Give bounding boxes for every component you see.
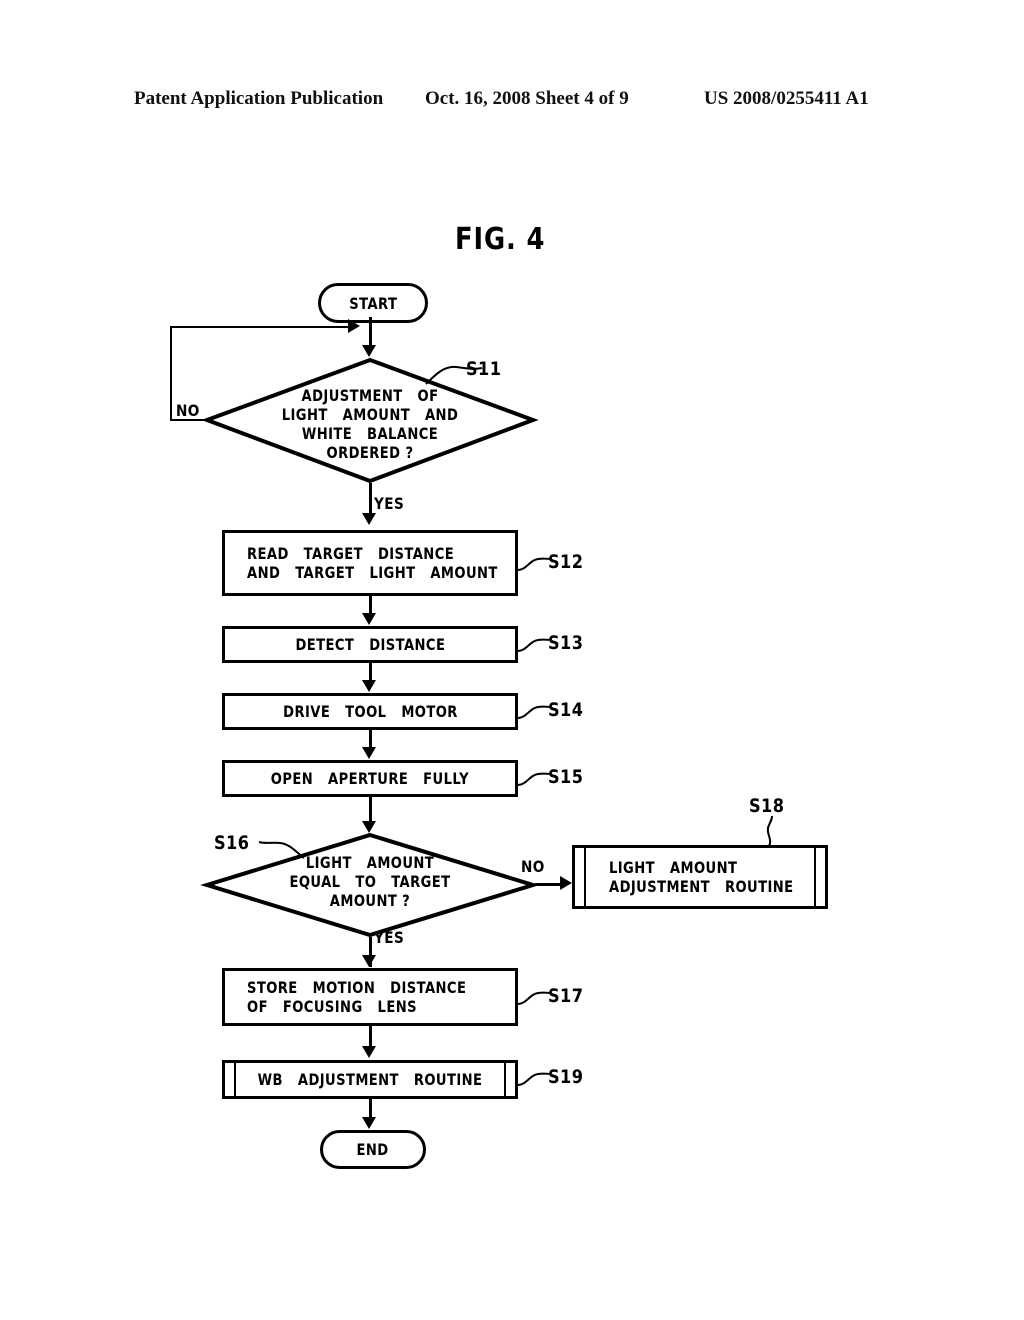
- connector-s17-to-s19: [369, 1026, 372, 1046]
- step-label-s19: S19: [548, 1066, 584, 1088]
- predefined-process-s18: LIGHT AMOUNT ADJUSTMENT ROUTINE: [572, 845, 828, 909]
- connector-s19-to-end: [369, 1099, 372, 1117]
- connector-s11-yes: [369, 483, 372, 513]
- process-s17: STORE MOTION DISTANCE OF FOCUSING LENS: [222, 968, 518, 1026]
- leader-line-s12: [517, 557, 552, 571]
- step-label-s18: S18: [749, 795, 785, 817]
- branch-label-s16-yes: YES: [374, 928, 405, 947]
- leader-line-s19: [517, 1072, 552, 1086]
- process-s14-label: DRIVE TOOL MOTOR: [282, 702, 458, 721]
- predefined-process-s19: WB ADJUSTMENT ROUTINE: [222, 1060, 518, 1099]
- step-label-s14: S14: [548, 699, 584, 721]
- publication-header-date-sheet: Oct. 16, 2008 Sheet 4 of 9: [425, 88, 629, 109]
- arrowhead-s16-to-s18: [560, 876, 572, 890]
- process-s13-label: DETECT DISTANCE: [295, 635, 445, 654]
- leader-line-s14: [517, 705, 552, 719]
- branch-label-s11-no: NO: [176, 401, 200, 420]
- predefined-process-s18-line1: LIGHT AMOUNT: [609, 858, 738, 877]
- connector-s14-to-s15: [369, 730, 372, 747]
- arrowhead-s15-to-s16: [362, 821, 376, 833]
- publication-header-left: Patent Application Publication: [134, 88, 384, 109]
- connector-s11-no-up: [170, 326, 172, 420]
- decision-s16-line3: AMOUNT ?: [329, 891, 411, 910]
- decision-s11-line2: LIGHT AMOUNT AND: [281, 405, 459, 424]
- arrowhead-s16-to-s17: [362, 955, 376, 967]
- arrowhead-s11-to-s12: [362, 513, 376, 525]
- arrowhead-s17-to-s19: [362, 1046, 376, 1058]
- start-terminal: START: [318, 283, 428, 323]
- connector-s11-no-right: [170, 326, 350, 328]
- process-s17-line2: OF FOCUSING LENS: [247, 997, 417, 1016]
- leader-line-s16: [258, 841, 305, 859]
- branch-label-s16-no: NO: [521, 857, 545, 876]
- step-label-s15: S15: [548, 766, 584, 788]
- decision-s16: LIGHT AMOUNT EQUAL TO TARGET AMOUNT ?: [200, 832, 540, 938]
- process-s13: DETECT DISTANCE: [222, 626, 518, 663]
- end-terminal: END: [320, 1130, 426, 1169]
- arrowhead-start-to-s11: [362, 345, 376, 357]
- decision-s11-line4: ORDERED ?: [326, 443, 414, 462]
- arrowhead-s14-to-s15: [362, 747, 376, 759]
- decision-s11-line1: ADJUSTMENT OF: [301, 386, 439, 405]
- branch-label-s11-yes: YES: [374, 494, 405, 513]
- arrowhead-s11-no-loop: [348, 319, 360, 333]
- arrowhead-s19-to-end: [362, 1117, 376, 1129]
- leader-line-s17: [517, 991, 552, 1005]
- patent-figure-page: Patent Application Publication Oct. 16, …: [0, 0, 1024, 1320]
- connector-s13-to-s14: [369, 663, 372, 680]
- leader-line-s18: [766, 815, 773, 847]
- predefined-process-s18-line2: ADJUSTMENT ROUTINE: [609, 877, 794, 896]
- step-label-s16: S16: [214, 832, 250, 854]
- connector-s12-to-s13: [369, 596, 372, 613]
- decision-s16-line2: EQUAL TO TARGET: [289, 872, 451, 891]
- connector-s15-to-s16: [369, 797, 372, 821]
- start-terminal-label: START: [348, 293, 398, 313]
- arrowhead-s13-to-s14: [362, 680, 376, 692]
- figure-title: FIG. 4: [455, 222, 546, 257]
- arrowhead-s12-to-s13: [362, 613, 376, 625]
- process-s12-line1: READ TARGET DISTANCE: [247, 544, 455, 563]
- step-label-s17: S17: [548, 985, 584, 1007]
- process-s15: OPEN APERTURE FULLY: [222, 760, 518, 797]
- leader-line-s15: [517, 772, 552, 786]
- predefined-process-s19-label: WB ADJUSTMENT ROUTINE: [257, 1070, 483, 1089]
- process-s15-label: OPEN APERTURE FULLY: [270, 769, 470, 788]
- process-s14: DRIVE TOOL MOTOR: [222, 693, 518, 730]
- publication-header-patent-number: US 2008/0255411 A1: [704, 88, 869, 109]
- step-label-s13: S13: [548, 632, 584, 654]
- leader-line-s13: [517, 638, 552, 652]
- connector-start-to-s11: [369, 317, 372, 345]
- step-label-s11: S11: [466, 358, 502, 380]
- step-label-s12: S12: [548, 551, 584, 573]
- process-s12: READ TARGET DISTANCE AND TARGET LIGHT AM…: [222, 530, 518, 596]
- decision-s11-line3: WHITE BALANCE: [301, 424, 439, 443]
- end-terminal-label: END: [356, 1140, 390, 1159]
- process-s17-line1: STORE MOTION DISTANCE: [247, 978, 467, 997]
- process-s12-line2: AND TARGET LIGHT AMOUNT: [247, 563, 498, 582]
